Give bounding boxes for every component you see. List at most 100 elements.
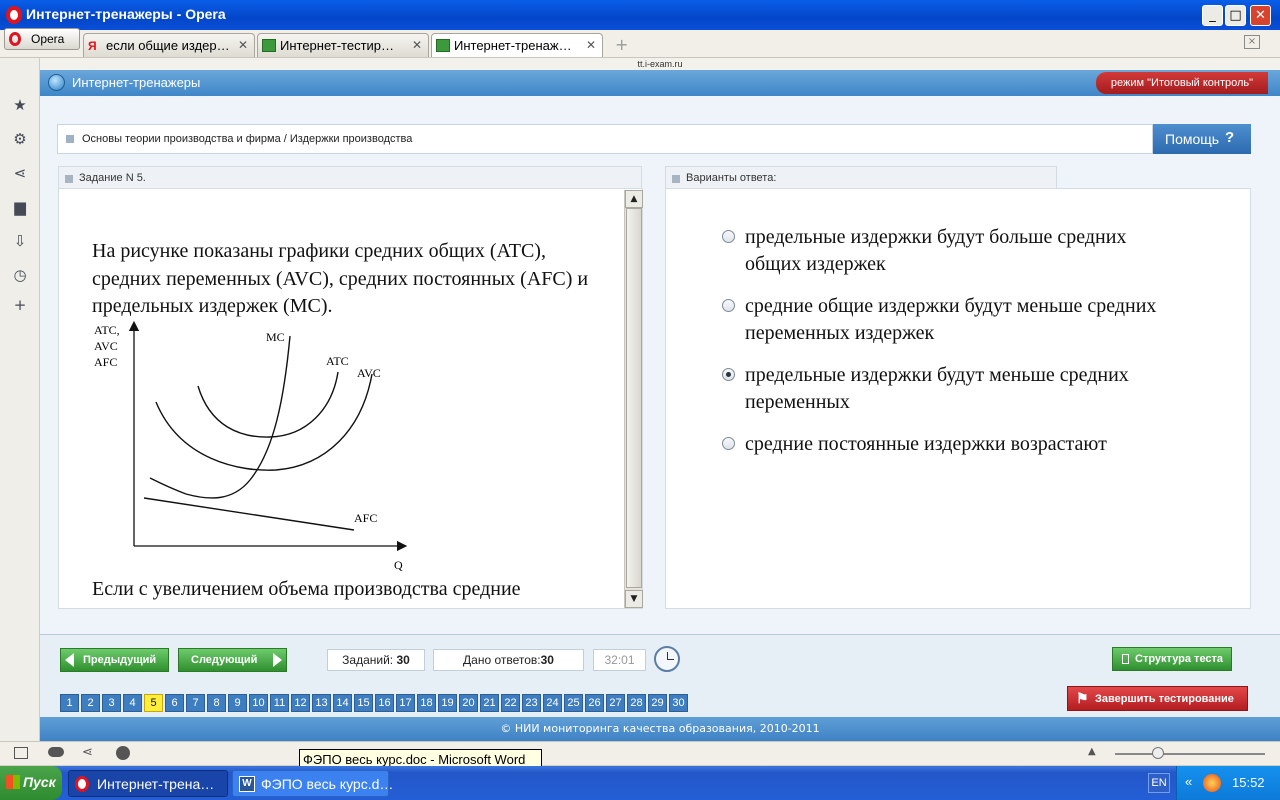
radio-button-selected[interactable] [722,368,735,381]
share-icon[interactable]: ⋖ [12,165,28,181]
window-title-bar: Интернет-тренажеры - Opera _ □ ✕ [0,0,1280,30]
previous-button[interactable]: Предыдущий [60,648,169,672]
question-number-button[interactable]: 27 [606,694,625,712]
site-header: Интернет-тренажеры [40,70,1280,96]
y-axis-label-line2: AVC [94,339,118,353]
address-bar[interactable]: tt.i-exam.ru [40,58,1280,70]
radio-button[interactable] [722,437,735,450]
question-number-button[interactable]: 4 [123,694,142,712]
language-indicator[interactable]: EN [1148,773,1170,793]
question-number-button[interactable]: 28 [627,694,646,712]
scroll-thumb[interactable] [626,208,642,588]
question-number-button[interactable]: 29 [648,694,667,712]
radio-button[interactable] [722,299,735,312]
tab-label: если общие издер… [106,38,230,53]
y-axis-label-line1: ATC, [94,323,120,337]
opera-menu-button[interactable]: Opera [4,28,80,50]
tab-3-active[interactable]: Интернет-тренаж… ✕ [431,33,603,57]
tab-1[interactable]: Я если общие издер… ✕ [83,33,255,57]
question-number-button[interactable]: 14 [333,694,352,712]
question-number-button[interactable]: 5 [144,694,163,712]
previous-label: Предыдущий [83,654,157,666]
tray-app-icon[interactable] [1203,774,1221,792]
breadcrumb-text: Основы теории производства и фирма / Изд… [82,133,413,145]
bookmarks-star-icon[interactable]: ★ [12,97,28,113]
trash-icon[interactable]: × [1244,35,1260,49]
question-number-button[interactable]: 10 [249,694,268,712]
new-tab-icon[interactable]: + [615,35,628,54]
question-number-button[interactable]: 23 [522,694,541,712]
maximize-button[interactable]: □ [1225,5,1246,26]
question-number-button[interactable]: 6 [165,694,184,712]
question-number-button[interactable]: 20 [459,694,478,712]
opera-icon [75,776,89,792]
close-tab-icon[interactable]: ✕ [586,38,596,52]
site-title: Интернет-тренажеры [72,75,201,90]
exam-icon [262,39,276,52]
start-button[interactable]: Пуск [0,766,62,800]
task-number: Задание N 5. [79,172,146,184]
question-number-button[interactable]: 21 [480,694,499,712]
downloads-icon[interactable]: ⇩ [12,233,28,249]
question-number-button[interactable]: 17 [396,694,415,712]
next-button[interactable]: Следующий [178,648,287,672]
help-button[interactable]: Помощь ? [1153,124,1251,154]
speed-dial-icon[interactable] [116,746,130,760]
taskbar-item-label: ФЭПО весь курс.d… [261,776,394,792]
question-number-button[interactable]: 13 [312,694,331,712]
question-number-button[interactable]: 3 [102,694,121,712]
notes-icon[interactable]: ▆ [12,199,28,215]
question-number-button[interactable]: 7 [186,694,205,712]
close-tab-icon[interactable]: ✕ [238,38,248,52]
question-number-button[interactable]: 1 [60,694,79,712]
close-window-button[interactable]: ✕ [1250,5,1271,26]
question-number-button[interactable]: 19 [438,694,457,712]
question-number-button[interactable]: 11 [270,694,289,712]
question-number-button[interactable]: 2 [81,694,100,712]
taskbar-item-opera[interactable]: Интернет-трена… [68,770,228,797]
question-number-button[interactable]: 26 [585,694,604,712]
history-clock-icon[interactable]: ◷ [12,267,28,283]
tasks-count-box: Заданий: 30 [327,649,425,671]
atc-curve [197,371,339,438]
add-panel-icon[interactable]: + [12,297,28,313]
task-scrollbar[interactable]: ▲ ▼ [624,190,643,608]
y-axis-label-line3: AFC [94,355,117,369]
scroll-down-icon[interactable]: ▼ [625,590,643,608]
afc-label: AFC [354,511,377,525]
help-label: Помощь [1165,131,1220,147]
task-panel-header: Задание N 5. [58,166,642,188]
zoom-out-icon[interactable]: ▲ [1088,746,1096,757]
start-label: Пуск [23,774,56,790]
radio-button[interactable] [722,230,735,243]
test-structure-button[interactable]: Структура теста [1112,647,1232,671]
close-tab-icon[interactable]: ✕ [412,38,422,52]
clock: 15:52 [1232,775,1265,790]
question-number-button[interactable]: 16 [375,694,394,712]
breadcrumb: Основы теории производства и фирма / Изд… [57,124,1153,154]
gear-icon[interactable]: ⚙ [12,131,28,147]
question-number-button[interactable]: 8 [207,694,226,712]
tab-2[interactable]: Интернет-тестир… ✕ [257,33,429,57]
question-number-button[interactable]: 22 [501,694,520,712]
taskbar-item-word[interactable]: W ФЭПО весь курс.d… [232,770,393,797]
answered-count: 30 [540,653,554,667]
question-number-button[interactable]: 24 [543,694,562,712]
bullet-icon [65,175,73,183]
zoom-slider[interactable] [1115,753,1265,755]
question-number-button[interactable]: 18 [417,694,436,712]
finish-test-button[interactable]: ⚑ Завершить тестирование [1067,686,1248,711]
cloud-icon[interactable] [48,747,64,757]
scroll-up-icon[interactable]: ▲ [625,190,643,208]
question-number-button[interactable]: 30 [669,694,688,712]
test-structure-label: Структура теста [1135,653,1224,665]
zoom-slider-handle[interactable] [1152,747,1164,759]
question-number-button[interactable]: 15 [354,694,373,712]
minimize-button[interactable]: _ [1202,5,1223,26]
panel-toggle-icon[interactable] [14,747,28,759]
tray-expand-icon[interactable]: « [1185,774,1192,789]
share-icon[interactable]: ⋖ [82,745,93,760]
question-number-button[interactable]: 25 [564,694,583,712]
question-number-button[interactable]: 9 [228,694,247,712]
question-number-button[interactable]: 12 [291,694,310,712]
